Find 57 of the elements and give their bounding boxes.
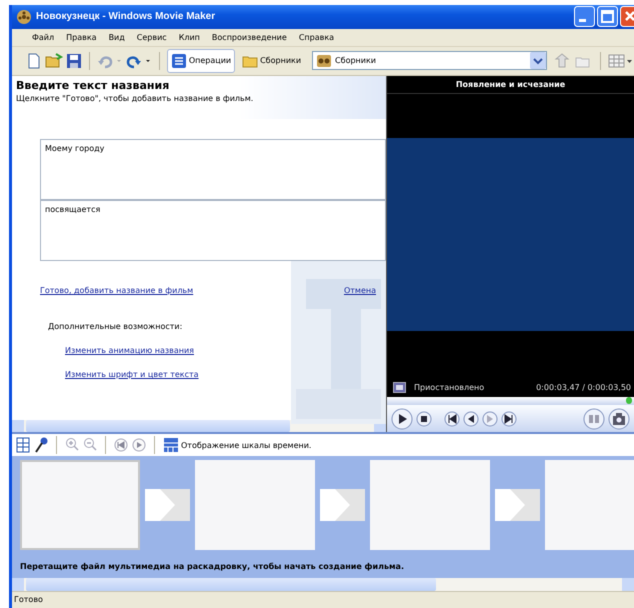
arrow-icon xyxy=(320,489,365,522)
maximize-button[interactable] xyxy=(597,6,618,28)
option-link[interactable]: Изменить анимацию названия xyxy=(65,346,194,355)
menu-item[interactable]: Воспроизведение xyxy=(206,32,293,42)
timeline-icon xyxy=(163,437,179,454)
playback-status: Приостановлено xyxy=(414,383,484,392)
arrow-icon xyxy=(145,489,190,522)
film-reel-icon xyxy=(316,52,332,69)
play-icon[interactable] xyxy=(132,438,146,452)
options-label: Дополнительные возможности: xyxy=(48,322,184,331)
arrow-icon xyxy=(495,489,540,522)
menu-item[interactable]: Клип xyxy=(172,32,206,42)
step-back-button[interactable] xyxy=(463,410,479,427)
horizontal-scrollbar[interactable] xyxy=(12,578,634,592)
monitor-icon xyxy=(393,382,406,394)
film-reel-icon xyxy=(16,8,32,25)
collection-dropdown[interactable]: Сборники xyxy=(312,51,548,70)
stop-button[interactable] xyxy=(416,410,432,427)
status-bar: Готово xyxy=(12,591,634,608)
option-link[interactable]: Изменить шрифт и цвет текста xyxy=(65,370,199,379)
microphone-icon[interactable] xyxy=(34,437,48,454)
play-button[interactable] xyxy=(391,408,413,430)
menu-item[interactable]: Правка xyxy=(60,32,103,42)
horizontal-scrollbar[interactable] xyxy=(12,420,386,432)
zoom-out-icon[interactable] xyxy=(83,437,97,454)
storyboard-slot[interactable] xyxy=(20,460,140,550)
menu-item[interactable]: Сервис xyxy=(130,32,173,42)
cancel-link[interactable]: Отмена xyxy=(344,286,376,295)
pane-button[interactable]: Операции xyxy=(166,48,236,73)
text-field[interactable]: Моему городу xyxy=(40,138,386,200)
done-link[interactable]: Готово, добавить название в фильм xyxy=(40,286,194,295)
storyboard-hint: Перетащите файл мультимедиа на раскадровку, чтобы начать создание фильма. xyxy=(20,562,405,572)
menu-item[interactable]: Справка xyxy=(292,32,340,42)
zoom-in-icon[interactable] xyxy=(65,437,79,454)
previous-frame-button[interactable] xyxy=(444,410,460,427)
window-title: Новокузнецк - Windows Movie Maker xyxy=(36,11,216,22)
menu-item[interactable]: Вид xyxy=(102,32,131,42)
save-icon[interactable] xyxy=(66,52,82,69)
split-clip-button[interactable] xyxy=(583,408,605,430)
next-frame-button[interactable] xyxy=(501,410,517,427)
pane-heading: Введите текст названия xyxy=(16,78,170,92)
seek-thumb[interactable] xyxy=(626,397,632,404)
new-file-icon[interactable] xyxy=(26,52,42,69)
close-button[interactable] xyxy=(620,6,634,28)
rewind-icon[interactable] xyxy=(114,438,128,452)
time-readout: 0:00:03,47 / 0:00:03,50 xyxy=(536,383,631,392)
timeline-toggle-button[interactable]: Отображение шкалы времени. xyxy=(163,437,312,454)
menu-item[interactable]: Файл xyxy=(26,32,60,42)
minimize-button[interactable] xyxy=(574,6,595,28)
pane-hint: Щелкните "Готово", чтобы добавить название в фильм. xyxy=(16,94,254,103)
open-folder-icon[interactable] xyxy=(45,52,63,69)
storyboard-icon[interactable] xyxy=(16,437,30,454)
view-grid-icon[interactable] xyxy=(608,52,634,69)
list-icon xyxy=(170,52,187,69)
text-field[interactable]: посвящается xyxy=(40,200,386,261)
camera-button[interactable] xyxy=(608,408,630,430)
pane-button[interactable]: Сборники xyxy=(238,48,306,73)
